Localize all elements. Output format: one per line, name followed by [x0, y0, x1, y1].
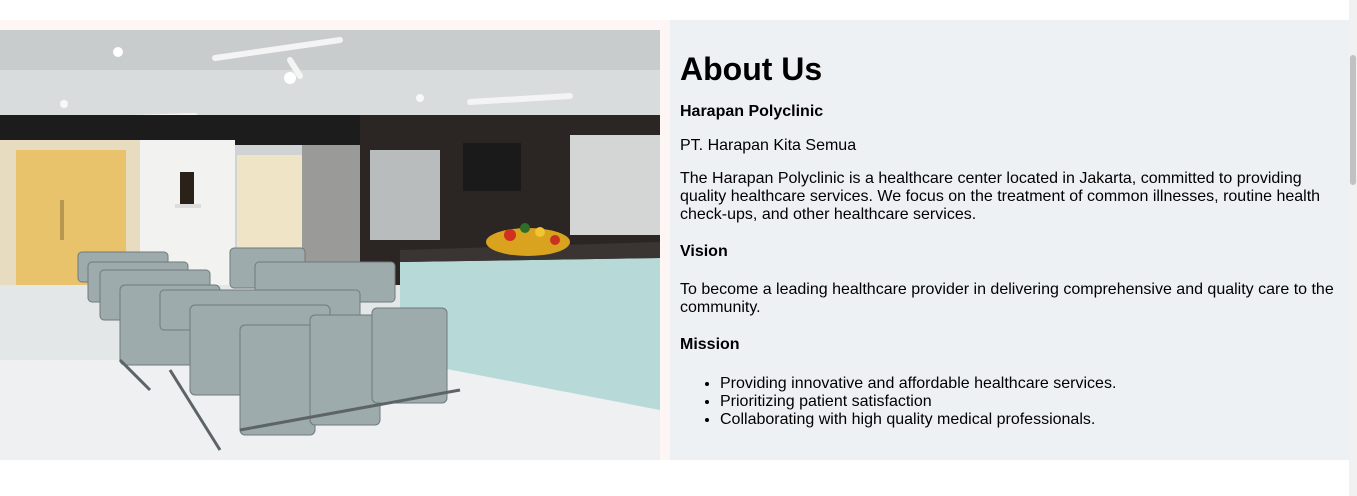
mission-heading: Mission — [680, 336, 740, 353]
mission-list: Providing innovative and affordable heal… — [680, 375, 1339, 429]
about-us-panel: About Us Harapan Polyclinic PT. Harapan … — [670, 20, 1349, 460]
mission-item: Providing innovative and affordable heal… — [720, 375, 1339, 393]
clinic-name: Harapan Polyclinic — [680, 103, 824, 120]
company-name: PT. Harapan Kita Semua — [680, 137, 857, 154]
about-us-heading: About Us — [680, 51, 823, 87]
mission-item: Collaborating with high quality medical … — [720, 411, 1339, 429]
mission-item: Prioritizing patient satisfaction — [720, 393, 1339, 411]
clinic-description: The Harapan Polyclinic is a healthcare c… — [680, 170, 1321, 223]
scrollbar-thumb[interactable] — [1350, 55, 1356, 185]
clinic-waiting-room-photo — [0, 30, 660, 460]
vision-text: To become a leading healthcare provider … — [680, 281, 1334, 316]
vision-heading: Vision — [680, 243, 728, 260]
